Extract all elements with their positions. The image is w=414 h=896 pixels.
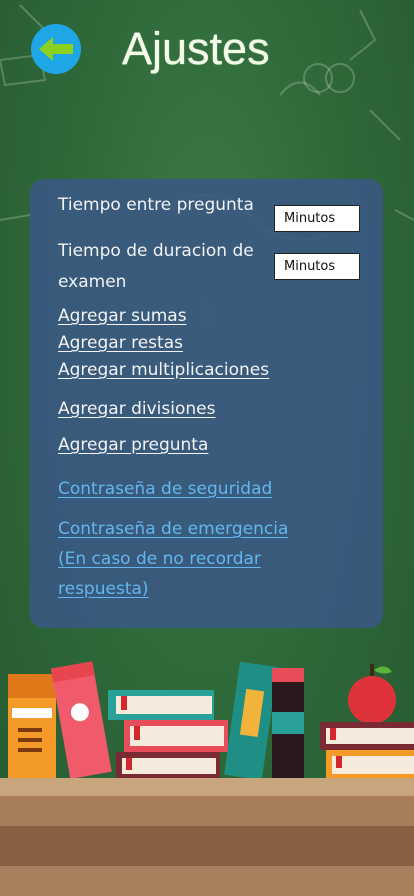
settings-screen: Ajustes Tiempo entre pregunta Minutos Ti… [0, 0, 414, 896]
exam-duration-field[interactable]: Minutos [274, 253, 360, 280]
exam-duration-label: Tiempo de duracion de examen [58, 241, 254, 292]
emergency-password-link[interactable]: Contraseña de emergencia (En caso de no … [58, 514, 308, 604]
page-title: Ajustes [122, 23, 270, 74]
shelf-top [0, 778, 414, 796]
add-sums-link[interactable]: Agregar sumas [58, 303, 187, 329]
shelf-shadow [0, 826, 414, 866]
shelf-base [0, 866, 414, 896]
add-multiplications-link[interactable]: Agregar multiplicaciones [58, 357, 269, 383]
arrow-left-icon [39, 37, 73, 61]
back-button[interactable] [31, 24, 81, 74]
add-divisions-link[interactable]: Agregar divisiones [58, 396, 215, 422]
add-question-link[interactable]: Agregar pregunta [58, 432, 208, 458]
question-interval-label: Tiempo entre pregunta [58, 195, 254, 215]
question-interval-field[interactable]: Minutos [274, 205, 360, 232]
security-password-link[interactable]: Contraseña de seguridad [58, 476, 272, 502]
add-subtractions-link[interactable]: Agregar restas [58, 330, 183, 356]
shelf-front [0, 796, 414, 826]
